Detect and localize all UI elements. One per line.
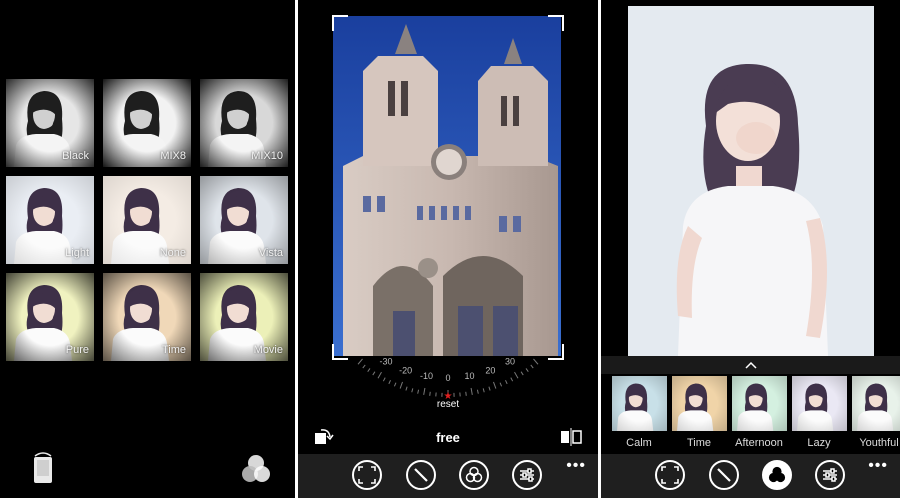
- dial-tick: [372, 371, 376, 376]
- aspect-ratio-label[interactable]: free: [298, 430, 598, 445]
- filter-tile[interactable]: MIX8: [103, 79, 191, 167]
- filter-tile[interactable]: Pure: [6, 273, 94, 361]
- crop-screen: -30 -20 -10 0 10 20 30 ★ reset free •••: [298, 0, 598, 498]
- dial-tick: [533, 358, 539, 365]
- filter-tile[interactable]: Black: [6, 79, 94, 167]
- cathedral-photo: [333, 16, 561, 356]
- crop-icon[interactable]: [655, 460, 685, 490]
- phone-rotate-icon[interactable]: [32, 451, 54, 490]
- dial-tick: [429, 391, 431, 396]
- dial-tick: [423, 387, 426, 395]
- more-options-button[interactable]: •••: [566, 457, 586, 475]
- dial-tick: [510, 377, 514, 382]
- dial-tick: [388, 380, 391, 385]
- app-bar: •••: [601, 454, 900, 498]
- dial-tick: [362, 364, 366, 369]
- dial-tick: [530, 364, 534, 369]
- filter-tile-label: Time: [161, 344, 186, 356]
- filter-tile-label: MIX10: [251, 150, 283, 162]
- filter-tile-label: MIX8: [160, 150, 186, 162]
- portrait-photo: [628, 6, 874, 356]
- dial-tick-label: 20: [485, 366, 495, 376]
- dial-tick-label: -20: [399, 366, 412, 376]
- dial-tick: [357, 358, 363, 365]
- filter-tile[interactable]: Vista: [200, 176, 288, 264]
- dial-tick: [514, 371, 519, 379]
- dial-tick-label: 10: [465, 371, 475, 381]
- filter-tile-label: None: [159, 247, 186, 259]
- filter-tile-label: Black: [62, 150, 89, 162]
- filter-tile[interactable]: None: [103, 176, 191, 264]
- dial-tick: [525, 368, 529, 372]
- filter-tile[interactable]: MIX10: [200, 79, 288, 167]
- filters-icon[interactable]: [459, 460, 489, 490]
- dial-tick: [493, 381, 497, 389]
- dial-tick: [411, 388, 414, 393]
- edit-icon[interactable]: [709, 460, 739, 490]
- adjust-icon[interactable]: [815, 460, 845, 490]
- filter-tile[interactable]: Light: [6, 176, 94, 264]
- dial-tick: [465, 391, 467, 396]
- dial-tick: [505, 380, 508, 385]
- crop-icon[interactable]: [352, 460, 382, 490]
- dial-tick: [377, 371, 382, 379]
- dial-tick: [393, 382, 397, 387]
- filter-grid: Black MIX8 MIX10 Light None Vista Pure T…: [6, 79, 290, 362]
- dial-tick-label: -30: [379, 356, 392, 366]
- filters-icon[interactable]: [762, 460, 792, 490]
- dial-tick-label: -10: [420, 371, 433, 381]
- dial-tick-label: 0: [445, 373, 450, 383]
- filter-tile[interactable]: Movie: [200, 273, 288, 361]
- filter-thumbnail[interactable]: [671, 376, 728, 431]
- dial-tick: [520, 371, 524, 376]
- adjust-icon[interactable]: [512, 460, 542, 490]
- color-circles-icon[interactable]: [240, 453, 272, 490]
- filter-tile[interactable]: Time: [103, 273, 191, 361]
- more-options-button[interactable]: •••: [868, 457, 888, 475]
- filter-thumbnail-label: Youthful: [859, 437, 899, 449]
- filter-tile-label: Light: [65, 247, 89, 259]
- app-bar: •••: [298, 454, 598, 498]
- filters-screen: Black MIX8 MIX10 Light None Vista Pure T…: [0, 0, 295, 498]
- dial-tick: [499, 382, 503, 387]
- filter-strip[interactable]: [611, 374, 900, 432]
- filter-thumbnail[interactable]: [731, 376, 788, 431]
- dial-tick: [476, 389, 479, 394]
- chevron-up-icon: [745, 361, 757, 369]
- dial-tick: [367, 368, 371, 372]
- dial-tick: [470, 387, 473, 395]
- filter-thumbnail-label: Afternoon: [735, 437, 783, 449]
- filter-tile-label: Movie: [253, 344, 283, 356]
- filter-thumbnail-label: Time: [686, 437, 712, 449]
- dial-tick: [382, 377, 386, 382]
- filter-thumbnail[interactable]: [611, 376, 668, 431]
- dial-tick: [482, 388, 485, 393]
- filter-tray-handle[interactable]: [601, 356, 900, 374]
- dial-tick: [405, 386, 408, 391]
- reset-button[interactable]: reset: [298, 399, 598, 410]
- filter-preview-screen: Calm Time Afternoon Lazy Youthful •••: [601, 0, 900, 498]
- dial-tick-label: 30: [505, 356, 515, 366]
- crop-handle-top-left[interactable]: [332, 15, 348, 31]
- dial-tick: [399, 381, 403, 389]
- edit-icon[interactable]: [406, 460, 436, 490]
- dial-tick: [488, 386, 491, 391]
- crop-handle-top-right[interactable]: [548, 15, 564, 31]
- filter-tile-label: Pure: [65, 344, 89, 356]
- flip-icon[interactable]: [560, 428, 582, 451]
- filter-thumbnail[interactable]: [851, 376, 900, 431]
- dial-tick: [417, 389, 420, 394]
- filter-thumbnail-label: Calm: [626, 437, 652, 449]
- filter-tile-label: Vista: [258, 247, 283, 259]
- filter-thumbnail[interactable]: [791, 376, 848, 431]
- filter-thumbnail-label: Lazy: [807, 437, 831, 449]
